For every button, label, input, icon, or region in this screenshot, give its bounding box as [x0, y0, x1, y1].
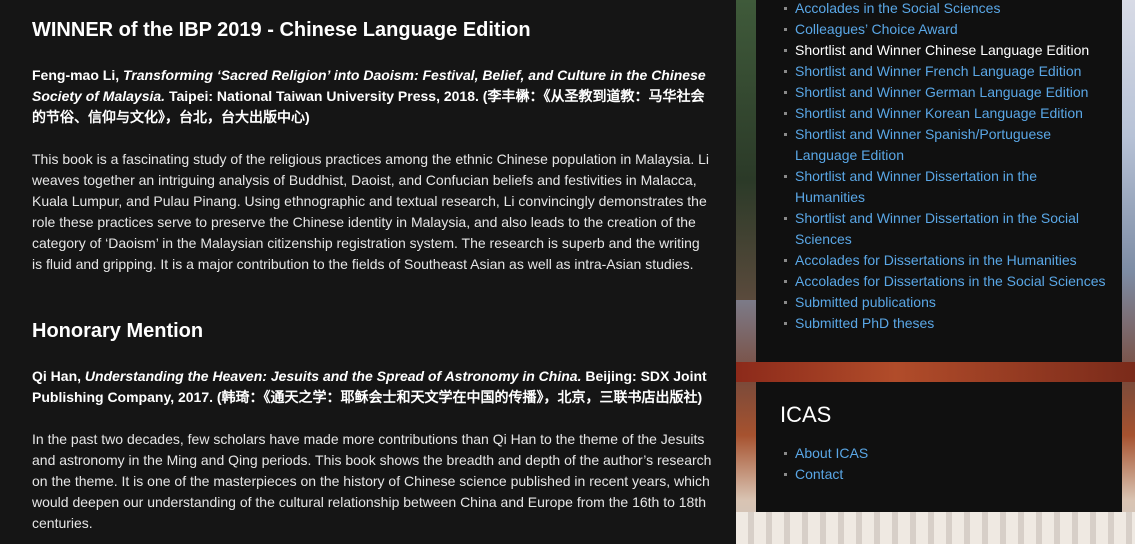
sidebar-item-dissertation-humanities: Shortlist and Winner Dissertation in the…: [756, 166, 1065, 208]
link-submitted-publications[interactable]: Submitted publications: [795, 294, 936, 310]
sidebar-item-chinese: Shortlist and Winner Chinese Language Ed…: [756, 40, 1115, 61]
winner-author: Feng-mao Li,: [32, 67, 123, 83]
link-french-edition[interactable]: Shortlist and Winner French Language Edi…: [795, 63, 1081, 79]
sidebar-item-german: Shortlist and Winner German Language Edi…: [756, 82, 1095, 103]
main-content: WINNER of the IBP 2019 - Chinese Languag…: [0, 0, 736, 544]
sidebar-item-french: Shortlist and Winner French Language Edi…: [756, 61, 1095, 82]
link-dissertation-social-sciences[interactable]: Shortlist and Winner Dissertation in the…: [795, 210, 1079, 247]
link-accolades-dissertations-social[interactable]: Accolades for Dissertations in the Socia…: [795, 273, 1105, 289]
sidebar-awards-list: Accolades in the Social Sciences Colleag…: [756, 0, 1115, 334]
sidebar-item-accolades-social: Accolades in the Social Sciences: [756, 0, 1095, 19]
honorary-book-title: Understanding the Heaven: Jesuits and th…: [84, 368, 582, 384]
link-accolades-social-sciences[interactable]: Accolades in the Social Sciences: [795, 0, 1000, 16]
background-roof: [736, 362, 1135, 382]
sidebar-item-submitted-publications: Submitted publications: [756, 292, 1095, 313]
sidebar-item-submitted-theses: Submitted PhD theses: [756, 313, 1095, 334]
winner-description: This book is a fascinating study of the …: [32, 151, 710, 272]
sidebar-icas-box: ICAS About ICAS Contact: [756, 382, 1122, 512]
sidebar-item-contact: Contact: [756, 464, 1095, 485]
link-korean-edition[interactable]: Shortlist and Winner Korean Language Edi…: [795, 105, 1083, 121]
winner-citation: Feng-mao Li, Transforming ‘Sacred Religi…: [32, 65, 712, 128]
sidebar-awards-box: Accolades in the Social Sciences Colleag…: [756, 0, 1122, 362]
link-contact[interactable]: Contact: [795, 466, 843, 482]
sidebar-item-colleagues: Colleagues’ Choice Award: [756, 19, 1095, 40]
sidebar-item-accolades-dissertation-humanities: Accolades for Dissertations in the Human…: [756, 250, 1095, 271]
icas-links-list: About ICAS Contact: [756, 443, 1095, 485]
link-spanish-portuguese-edition[interactable]: Shortlist and Winner Spanish/Portuguese …: [795, 126, 1051, 163]
sidebar-item-dissertation-social: Shortlist and Winner Dissertation in the…: [756, 208, 1095, 250]
link-dissertation-humanities[interactable]: Shortlist and Winner Dissertation in the…: [795, 168, 1037, 205]
honorary-citation: Qi Han, Understanding the Heaven: Jesuit…: [32, 366, 712, 408]
sidebar-item-accolades-dissertation-social: Accolades for Dissertations in the Socia…: [756, 271, 1115, 292]
link-colleagues-choice[interactable]: Colleagues’ Choice Award: [795, 21, 958, 37]
sidebar-item-korean: Shortlist and Winner Korean Language Edi…: [756, 103, 1095, 124]
sidebar-item-spanish: Shortlist and Winner Spanish/Portuguese …: [756, 124, 1065, 166]
winner-heading: WINNER of the IBP 2019 - Chinese Languag…: [32, 19, 531, 41]
background-building: [736, 512, 1135, 544]
icas-title: ICAS: [780, 402, 832, 427]
link-german-edition[interactable]: Shortlist and Winner German Language Edi…: [795, 84, 1088, 100]
link-submitted-phd-theses[interactable]: Submitted PhD theses: [795, 315, 934, 331]
current-page-chinese: Shortlist and Winner Chinese Language Ed…: [795, 42, 1090, 58]
honorary-author: Qi Han,: [32, 368, 85, 384]
honorary-description: In the past two decades, few scholars ha…: [32, 431, 712, 531]
honorary-heading: Honorary Mention: [32, 320, 204, 342]
link-about-icas[interactable]: About ICAS: [795, 445, 868, 461]
link-accolades-dissertations-humanities[interactable]: Accolades for Dissertations in the Human…: [795, 252, 1077, 268]
sidebar-item-about-icas: About ICAS: [756, 443, 1095, 464]
